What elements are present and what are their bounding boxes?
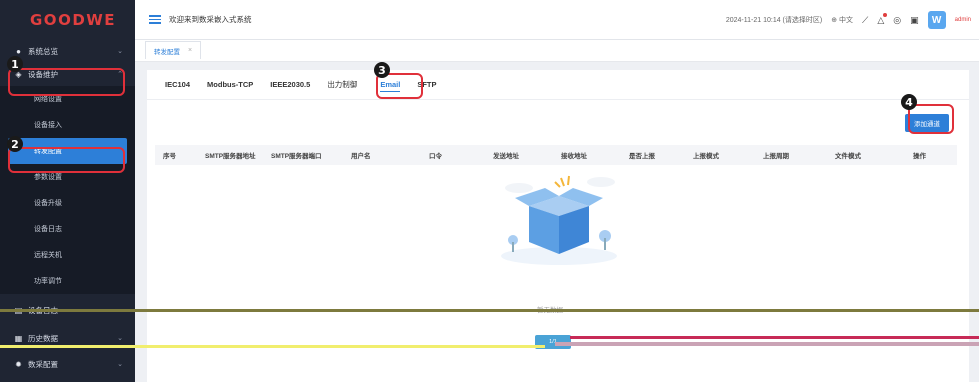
alarm-icon[interactable]: △ <box>877 12 888 26</box>
col-password: 口令 <box>429 153 442 160</box>
col-report-enabled: 是否上报 <box>629 153 655 160</box>
glitch-bar <box>570 336 979 339</box>
glitch-bar <box>0 345 545 348</box>
sidebar-subitem-device-access[interactable]: 设备接入 <box>0 112 135 138</box>
col-actions: 操作 <box>913 153 926 160</box>
top-header: 欢迎来到数采嵌入式系统 2024-11-21 10:14 (请选择时区) ⊕ 中… <box>135 0 979 40</box>
history-data-icon: ▦ <box>14 333 23 343</box>
col-index: 序号 <box>163 153 176 160</box>
annotation-number-1: 1 <box>7 56 23 72</box>
dashboard-icon: ● <box>16 46 21 56</box>
sidebar-item-label: 历史数据 <box>28 333 58 343</box>
empty-box-illustration <box>501 175 617 265</box>
menu-toggle-icon[interactable] <box>149 13 161 26</box>
datalogger-config-icon: ✹ <box>15 359 22 369</box>
col-report-period: 上报周期 <box>763 153 789 160</box>
chevron-down-icon: ⌄ <box>117 48 123 55</box>
signal-icon[interactable]: ⟋ <box>862 15 868 26</box>
col-smtp-address: SMTP服务器地址 <box>205 153 256 160</box>
avatar[interactable]: W <box>927 11 946 29</box>
tab-forwarding-config[interactable]: 转发配置 × <box>145 41 202 59</box>
glitch-bar <box>555 342 979 346</box>
sidebar-item-datalogger-config[interactable]: ✹ 数采配置 ⌄ <box>0 351 135 377</box>
chevron-down-icon: ⌄ <box>117 335 123 342</box>
welcome-text: 欢迎来到数采嵌入式系统 <box>169 15 252 24</box>
sidebar-item-label: 系统总览 <box>28 46 58 56</box>
document-icon[interactable]: ▣ <box>910 15 919 26</box>
sidebar-item-label: 数采配置 <box>28 359 58 369</box>
sidebar-subitem-upgrade[interactable]: 设备升级 <box>0 190 135 216</box>
sidebar-subitem-remote-shutdown[interactable]: 远程关机 <box>0 242 135 268</box>
tab-output-control[interactable]: 出力制御 <box>327 79 357 90</box>
username[interactable]: admin <box>955 17 971 23</box>
tab-iec104[interactable]: IEC104 <box>165 80 190 89</box>
col-file-mode: 文件模式 <box>835 153 861 160</box>
settings-icon[interactable]: ◎ <box>893 15 901 26</box>
sidebar-subitem-device-log[interactable]: 设备日志 <box>0 216 135 242</box>
col-report-mode: 上报模式 <box>693 153 719 160</box>
tab-ieee2030[interactable]: IEEE2030.5 <box>270 80 310 89</box>
annotation-box-add-channel <box>908 104 954 134</box>
goodwe-logo: GOODWE <box>30 11 117 29</box>
chevron-down-icon: ⌄ <box>117 361 123 368</box>
close-icon[interactable]: × <box>188 47 192 54</box>
sidebar-subitem-power[interactable]: 功率调节 <box>0 268 135 294</box>
annotation-number-3: 3 <box>374 62 390 78</box>
col-smtp-port: SMTP服务器端口 <box>271 153 322 160</box>
header-toolbar: 2024-11-21 10:14 (请选择时区) ⊕ 中文 ⟋ △ ◎ ▣ W … <box>726 0 971 40</box>
globe-icon: ⊕ <box>831 17 838 24</box>
annotation-number-2: 2 <box>7 136 23 152</box>
tab-modbus-tcp[interactable]: Modbus-TCP <box>207 80 253 89</box>
annotation-box-forwarding <box>8 147 125 173</box>
glitch-bar <box>0 309 979 312</box>
language-label: 中文 <box>839 17 854 24</box>
table-header: 序号 SMTP服务器地址 SMTP服务器端口 用户名 口令 发送地址 接收地址 … <box>155 145 957 165</box>
col-username: 用户名 <box>351 153 371 160</box>
col-send-address: 发送地址 <box>493 153 519 160</box>
device-maintenance-submenu: 网络设置 设备接入 转发配置 参数设置 设备升级 设备日志 远程关机 功率调节 <box>0 86 135 294</box>
annotation-box-device-maintenance <box>8 68 125 96</box>
datetime-text[interactable]: 2024-11-21 10:14 (请选择时区) <box>726 15 822 25</box>
language-selector[interactable]: ⊕ 中文 <box>831 15 853 25</box>
annotation-number-4: 4 <box>901 94 917 110</box>
col-receive-address: 接收地址 <box>561 153 587 160</box>
tag-label: 转发配置 <box>154 48 180 56</box>
protocol-tabs: IEC104 Modbus-TCP IEEE2030.5 出力制御 Email … <box>147 70 969 100</box>
tag-bar: 转发配置 × <box>135 40 979 62</box>
